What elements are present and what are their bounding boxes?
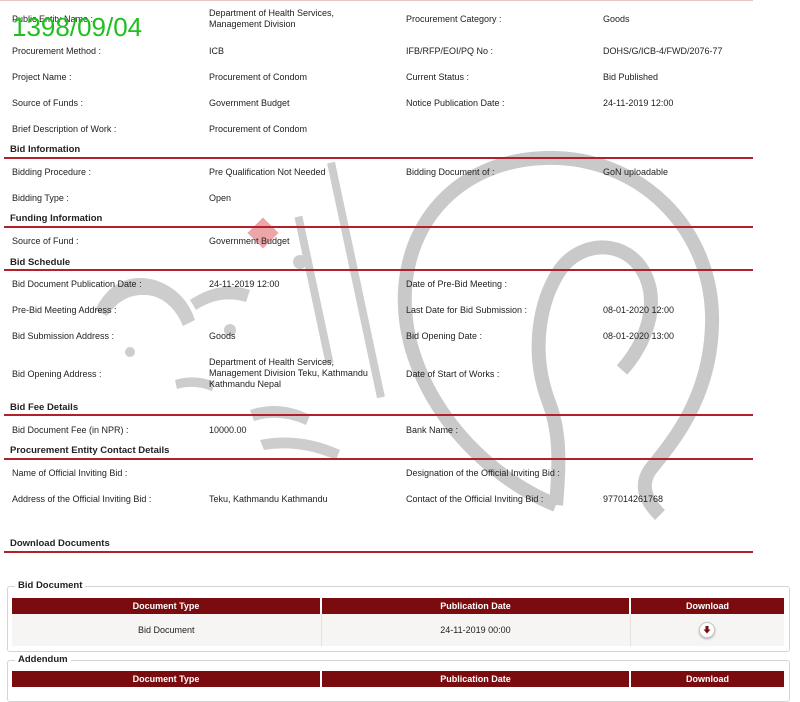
section-title-funding-information: Funding Information bbox=[10, 213, 103, 224]
section-divider bbox=[4, 414, 753, 416]
addendum-table: Document Type Publication Date Download bbox=[12, 671, 784, 687]
field-label: Bidding Type : bbox=[12, 193, 69, 203]
field-value: Procurement of Condom bbox=[209, 124, 308, 134]
field-label: Bid Submission Address : bbox=[12, 331, 115, 341]
field-label: Address of the Official Inviting Bid : bbox=[12, 494, 152, 504]
field-value: ICB bbox=[209, 46, 225, 56]
top-divider bbox=[0, 0, 753, 1]
section-title-download-documents: Download Documents bbox=[10, 538, 110, 549]
field-label: Last Date for Bid Submission : bbox=[406, 305, 528, 315]
field-label: Procurement Category : bbox=[406, 14, 502, 24]
section-divider bbox=[4, 269, 753, 271]
field-value: Department of Health Services, Managemen… bbox=[209, 8, 335, 29]
field-label: Date of Start of Works : bbox=[406, 369, 500, 379]
section-divider bbox=[4, 551, 753, 553]
field-value: 977014261768 bbox=[603, 494, 664, 504]
field-value: Teku, Kathmandu Kathmandu bbox=[209, 494, 328, 504]
field-label: Pre-Bid Meeting Address : bbox=[12, 305, 117, 315]
field-value: Goods bbox=[209, 331, 236, 341]
bid-document-legend: Bid Document bbox=[15, 580, 86, 591]
field-label: Bank Name : bbox=[406, 425, 459, 435]
field-label: Bid Document Publication Date : bbox=[12, 279, 142, 289]
field-label: Contact of the Official Inviting Bid : bbox=[406, 494, 544, 504]
addendum-legend: Addendum bbox=[15, 654, 71, 665]
field-label: Designation of the Official Inviting Bid… bbox=[406, 468, 560, 478]
field-value: DOHS/G/ICB-4/FWD/2076-77 bbox=[603, 46, 723, 56]
field-value: Open bbox=[209, 193, 232, 203]
download-icon[interactable] bbox=[699, 622, 716, 638]
publication-date-cell: 24-11-2019 00:00 bbox=[321, 614, 631, 646]
field-value: 10000.00 bbox=[209, 425, 247, 435]
column-header-publication-date: Publication Date bbox=[321, 671, 631, 687]
section-divider bbox=[4, 226, 753, 228]
field-value: Goods bbox=[603, 14, 630, 24]
table-header-row: Document Type Publication Date Download bbox=[12, 598, 784, 614]
section-title-bid-information: Bid Information bbox=[10, 144, 81, 155]
field-label: IFB/RFP/EOI/PQ No : bbox=[406, 46, 494, 56]
field-value: 24-11-2019 12:00 bbox=[209, 279, 280, 289]
bid-document-table: Document Type Publication Date Download … bbox=[12, 598, 784, 646]
field-label: Bid Opening Date : bbox=[406, 331, 483, 341]
field-value: 08-01-2020 12:00 bbox=[603, 305, 675, 315]
section-title-bid-fee-details: Bid Fee Details bbox=[10, 402, 79, 413]
column-header-document-type: Document Type bbox=[12, 598, 322, 614]
field-label: Bidding Procedure : bbox=[12, 167, 92, 177]
table-header-row: Document Type Publication Date Download bbox=[12, 671, 784, 687]
field-value: Bid Published bbox=[603, 72, 659, 82]
field-value: Government Budget bbox=[209, 98, 290, 108]
field-label: Source of Fund : bbox=[12, 236, 79, 246]
field-label: Source of Funds : bbox=[12, 98, 84, 108]
info-row-opening-address: Bid Opening Address : Department of Heal… bbox=[0, 357, 760, 393]
section-title-bid-schedule: Bid Schedule bbox=[10, 257, 71, 268]
download-cell bbox=[630, 614, 784, 646]
section-divider bbox=[4, 157, 753, 159]
field-value: GoN uploadable bbox=[603, 167, 669, 177]
field-label: Current Status : bbox=[406, 72, 470, 82]
field-value: Government Budget bbox=[209, 236, 290, 246]
field-label: Bidding Document of : bbox=[406, 167, 495, 177]
field-label: Brief Description of Work : bbox=[12, 124, 117, 134]
document-type-cell: Bid Document bbox=[12, 614, 322, 646]
field-value: 24-11-2019 12:00 bbox=[603, 98, 674, 108]
column-header-download: Download bbox=[630, 671, 784, 687]
column-header-publication-date: Publication Date bbox=[321, 598, 631, 614]
field-label: Project Name : bbox=[12, 72, 72, 82]
field-value: Procurement of Condom bbox=[209, 72, 308, 82]
table-row: Bid Document 24-11-2019 00:00 bbox=[12, 614, 784, 646]
section-title-contact-details: Procurement Entity Contact Details bbox=[10, 445, 170, 456]
column-header-document-type: Document Type bbox=[12, 671, 322, 687]
field-label: Bid Opening Address : bbox=[12, 369, 102, 379]
field-label: Date of Pre-Bid Meeting : bbox=[406, 279, 508, 289]
column-header-download: Download bbox=[630, 598, 784, 614]
field-value: Pre Qualification Not Needed bbox=[209, 167, 326, 177]
field-label: Bid Document Fee (in NPR) : bbox=[12, 425, 129, 435]
field-label: Procurement Method : bbox=[12, 46, 102, 56]
field-label: Notice Publication Date : bbox=[406, 98, 505, 108]
field-label: Name of Official Inviting Bid : bbox=[12, 468, 128, 478]
field-value: Department of Health Services, Managemen… bbox=[209, 357, 368, 389]
section-divider bbox=[4, 458, 753, 460]
date-stamp: 1398/09/04 bbox=[12, 12, 143, 42]
field-value: 08-01-2020 13:00 bbox=[603, 331, 675, 341]
